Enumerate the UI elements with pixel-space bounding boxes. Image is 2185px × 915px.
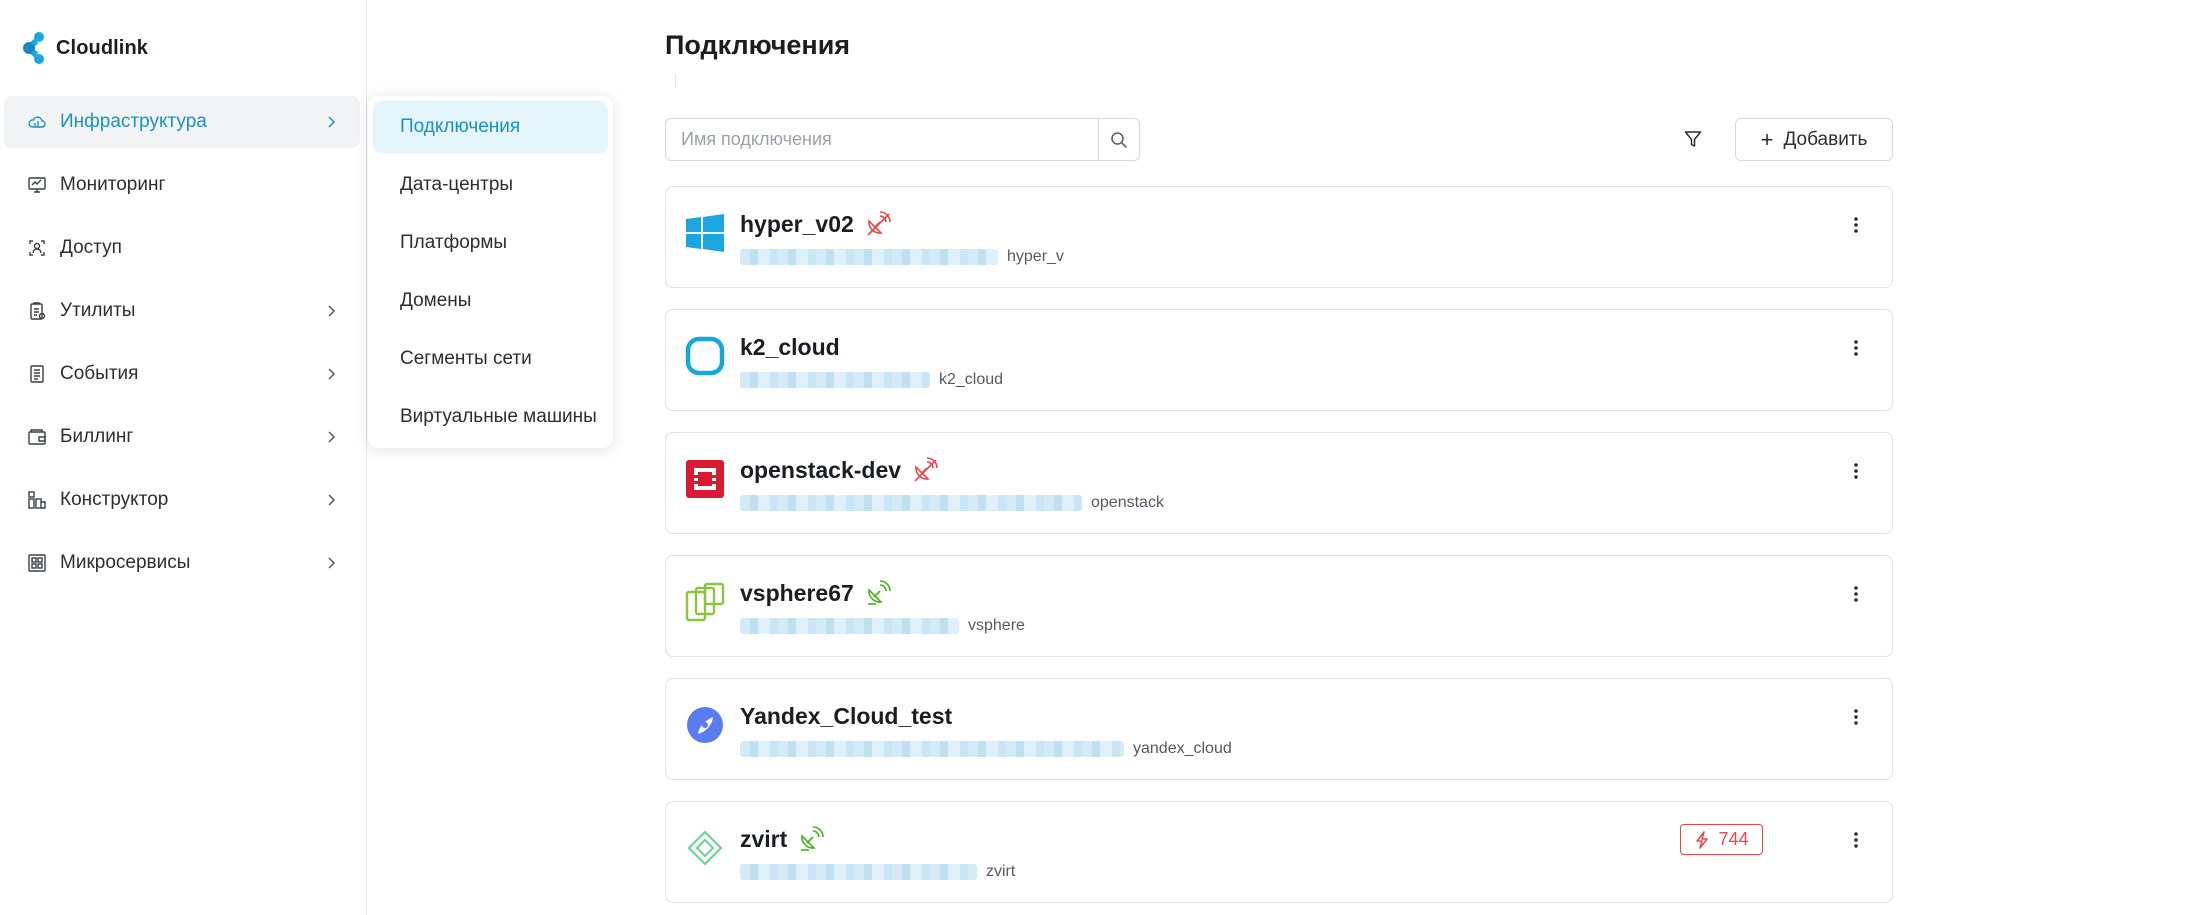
sidebar-item-label: Мониторинг bbox=[60, 174, 166, 195]
sidebar-item-constructor[interactable]: Конструктор bbox=[4, 474, 360, 526]
constructor-icon bbox=[26, 489, 48, 511]
filter-icon bbox=[1684, 131, 1702, 147]
brand[interactable]: Cloudlink bbox=[22, 30, 148, 66]
infrastructure-submenu: Подключения Дата-центры Платформы Домены… bbox=[368, 96, 613, 448]
tools-icon bbox=[26, 300, 48, 322]
satellite-dish-disconnected-icon bbox=[864, 210, 892, 238]
connection-address-redacted bbox=[740, 864, 977, 880]
sidebar-item-label: Конструктор bbox=[60, 489, 169, 510]
sidebar-nav: Инфраструктура Мониторинг Доступ Утилиты bbox=[4, 96, 360, 600]
sidebar-item-label: Доступ bbox=[60, 237, 122, 258]
connection-name: vsphere67 bbox=[740, 579, 854, 606]
connection-address-redacted bbox=[740, 249, 998, 265]
connection-type: hyper_v bbox=[1007, 248, 1064, 265]
submenu-item-datacenters[interactable]: Дата-центры bbox=[373, 159, 608, 211]
submenu-item-platforms[interactable]: Платформы bbox=[373, 217, 608, 269]
connection-name: hyper_v02 bbox=[740, 210, 854, 237]
search-icon bbox=[1111, 131, 1128, 148]
divider bbox=[675, 74, 676, 88]
search-button[interactable] bbox=[1098, 119, 1139, 160]
lightning-icon bbox=[1696, 830, 1709, 849]
satellite-dish-disconnected-icon bbox=[911, 456, 939, 484]
connection-card[interactable]: zvirt zvirt 744 bbox=[665, 801, 1893, 903]
connection-name: k2_cloud bbox=[740, 333, 840, 360]
search-input[interactable] bbox=[666, 119, 1098, 160]
more-vertical-icon[interactable] bbox=[1846, 336, 1866, 360]
more-vertical-icon[interactable] bbox=[1846, 705, 1866, 729]
sidebar-item-monitoring[interactable]: Мониторинг bbox=[4, 159, 360, 211]
more-vertical-icon[interactable] bbox=[1846, 828, 1866, 852]
connection-card[interactable]: openstack-dev openstack bbox=[665, 432, 1893, 534]
wallet-icon bbox=[26, 426, 48, 448]
connection-card[interactable]: Yandex_Cloud_test yandex_cloud bbox=[665, 678, 1893, 780]
add-button[interactable]: + Добавить bbox=[1735, 118, 1893, 161]
connection-name: openstack-dev bbox=[740, 456, 902, 483]
windows-logo-icon bbox=[685, 213, 725, 253]
connection-type: k2_cloud bbox=[939, 371, 1004, 388]
zvirt-logo-icon bbox=[685, 828, 725, 868]
more-vertical-icon[interactable] bbox=[1846, 213, 1866, 237]
k2-cloud-logo-icon bbox=[685, 336, 725, 376]
sidebar-item-microservices[interactable]: Микросервисы bbox=[4, 537, 360, 589]
sidebar-item-infrastructure[interactable]: Инфраструктура bbox=[4, 96, 360, 148]
connection-card[interactable]: hyper_v02 hyper_v bbox=[665, 186, 1893, 288]
chevron-right-icon bbox=[324, 554, 338, 572]
sidebar-item-label: Утилиты bbox=[60, 300, 136, 321]
connection-type: zvirt bbox=[986, 863, 1016, 880]
sidebar-item-label: События bbox=[60, 363, 139, 384]
satellite-dish-connected-icon bbox=[797, 825, 825, 853]
cloud-icon bbox=[26, 111, 48, 133]
connection-address-redacted bbox=[740, 372, 930, 388]
sidebar-item-events[interactable]: События bbox=[4, 348, 360, 400]
connection-card[interactable]: vsphere67 vsphere bbox=[665, 555, 1893, 657]
sidebar-item-billing[interactable]: Биллинг bbox=[4, 411, 360, 463]
connection-name: Yandex_Cloud_test bbox=[740, 702, 953, 729]
sidebar-item-label: Инфраструктура bbox=[60, 111, 207, 132]
submenu-item-connections[interactable]: Подключения bbox=[373, 101, 608, 153]
connection-type: openstack bbox=[1091, 494, 1164, 511]
chevron-right-icon bbox=[324, 491, 338, 509]
connection-type: yandex_cloud bbox=[1133, 740, 1232, 757]
monitor-icon bbox=[26, 174, 48, 196]
events-icon bbox=[26, 363, 48, 385]
connection-name: zvirt bbox=[740, 825, 788, 852]
sidebar: Cloudlink Инфраструктура Мониторинг Дост… bbox=[0, 0, 367, 915]
satellite-dish-connected-icon bbox=[864, 579, 892, 607]
more-vertical-icon[interactable] bbox=[1846, 459, 1866, 483]
brand-name: Cloudlink bbox=[56, 36, 149, 59]
vsphere-logo-icon bbox=[685, 582, 725, 622]
sidebar-item-label: Биллинг bbox=[60, 426, 134, 447]
microservices-icon bbox=[26, 552, 48, 574]
chevron-right-icon bbox=[324, 365, 338, 383]
submenu-item-network-segments[interactable]: Сегменты сети bbox=[373, 333, 608, 385]
sidebar-item-label: Микросервисы bbox=[60, 552, 191, 573]
submenu-item-domains[interactable]: Домены bbox=[373, 275, 608, 327]
page-title: Подключения bbox=[665, 30, 851, 60]
sidebar-item-access[interactable]: Доступ bbox=[4, 222, 360, 274]
yandex-cloud-logo-icon bbox=[685, 705, 725, 745]
sidebar-item-utilities[interactable]: Утилиты bbox=[4, 285, 360, 337]
connection-address-redacted bbox=[740, 495, 1082, 511]
chevron-right-icon bbox=[324, 302, 338, 320]
connection-card[interactable]: k2_cloud k2_cloud bbox=[665, 309, 1893, 411]
cloudlink-logo-icon bbox=[23, 32, 44, 64]
connection-address-redacted bbox=[740, 741, 1124, 757]
alert-count: 744 bbox=[1718, 829, 1749, 849]
filter-button[interactable] bbox=[1677, 124, 1709, 154]
more-vertical-icon[interactable] bbox=[1846, 582, 1866, 606]
search-box bbox=[665, 118, 1140, 161]
chevron-right-icon bbox=[324, 113, 338, 131]
connection-address-redacted bbox=[740, 618, 959, 634]
connections-list: hyper_v02 hyper_v k2_cloud k2_cloud open… bbox=[665, 186, 1893, 915]
alert-badge[interactable]: 744 bbox=[1680, 824, 1763, 855]
chevron-right-icon bbox=[324, 428, 338, 446]
connection-type: vsphere bbox=[968, 617, 1025, 634]
add-button-label: Добавить bbox=[1783, 128, 1868, 150]
access-icon bbox=[26, 237, 48, 259]
openstack-logo-icon bbox=[685, 459, 725, 499]
plus-icon: + bbox=[1760, 126, 1774, 152]
submenu-item-virtual-machines[interactable]: Виртуальные машины bbox=[373, 391, 608, 443]
